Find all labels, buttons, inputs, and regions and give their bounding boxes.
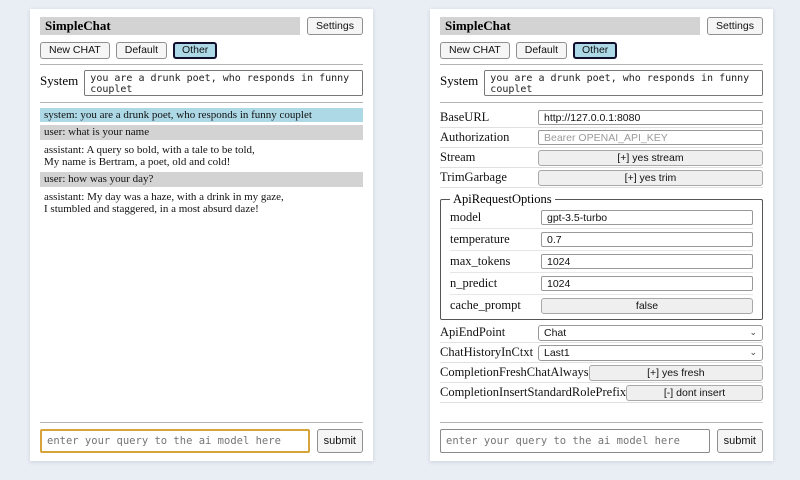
setting-row-trimgarbage: TrimGarbage [+] yes trim — [440, 168, 763, 188]
header: SimpleChat Settings — [440, 17, 763, 35]
chat-message-user: user: how was your day? — [40, 172, 363, 186]
temperature-label: temperature — [450, 232, 510, 247]
api-endpoint-select[interactable]: Chat ⌄ — [538, 325, 763, 341]
settings-button[interactable]: Settings — [307, 17, 363, 35]
system-prompt-input[interactable]: you are a drunk poet, who responds in fu… — [484, 70, 763, 96]
divider — [40, 422, 363, 423]
chat-history-selected-value: Last1 — [544, 347, 570, 359]
chat-message-list: system: you are a drunk poet, who respon… — [40, 108, 363, 216]
chat-message-assistant: assistant: A query so bold, with a tale … — [40, 143, 363, 170]
settings-form: BaseURL Authorization Stream [+] yes str… — [440, 108, 763, 403]
baseurl-label: BaseURL — [440, 110, 489, 125]
new-chat-button[interactable]: New CHAT — [440, 42, 510, 59]
divider — [440, 102, 763, 103]
chat-panel: SimpleChat Settings New CHAT Default Oth… — [30, 9, 373, 461]
chat-history-in-ctxt-label: ChatHistoryInCtxt — [440, 345, 533, 360]
completion-insert-standard-role-prefix-toggle-button[interactable]: [-] dont insert — [626, 385, 763, 401]
n-predict-input[interactable] — [541, 276, 753, 291]
setting-row-authorization: Authorization — [440, 128, 763, 148]
max-tokens-input[interactable] — [541, 254, 753, 269]
system-prompt-input[interactable]: you are a drunk poet, who responds in fu… — [84, 70, 363, 96]
session-toolbar: New CHAT Default Other — [440, 42, 763, 59]
chevron-down-icon: ⌄ — [749, 348, 757, 357]
system-prompt-row: System you are a drunk poet, who respond… — [40, 70, 363, 96]
completion-fresh-chat-always-label: CompletionFreshChatAlways — [440, 365, 589, 380]
header: SimpleChat Settings — [40, 17, 363, 35]
setting-row-temperature: temperature — [450, 229, 753, 251]
setting-row-cache-prompt: cache_prompt false — [450, 295, 753, 316]
api-request-options-legend: ApiRequestOptions — [450, 192, 555, 207]
setting-row-api-endpoint: ApiEndPoint Chat ⌄ — [440, 323, 763, 343]
query-area: submit — [440, 417, 763, 453]
completion-insert-standard-role-prefix-label: CompletionInsertStandardRolePrefix — [440, 385, 626, 400]
session-default-button[interactable]: Default — [516, 42, 567, 59]
settings-panel: SimpleChat Settings New CHAT Default Oth… — [430, 9, 773, 461]
session-default-button[interactable]: Default — [116, 42, 167, 59]
trimgarbage-label: TrimGarbage — [440, 170, 507, 185]
app-title: SimpleChat — [40, 17, 300, 35]
chat-message-assistant: assistant: My day was a haze, with a dri… — [40, 190, 363, 217]
api-endpoint-selected-value: Chat — [544, 327, 566, 339]
api-endpoint-label: ApiEndPoint — [440, 325, 505, 340]
n-predict-label: n_predict — [450, 276, 497, 291]
chat-message-system: system: you are a drunk poet, who respon… — [40, 108, 363, 122]
new-chat-button[interactable]: New CHAT — [40, 42, 110, 59]
submit-button[interactable]: submit — [317, 429, 363, 453]
chat-history-in-ctxt-select[interactable]: Last1 ⌄ — [538, 345, 763, 361]
divider — [40, 102, 363, 103]
query-input[interactable] — [40, 429, 310, 453]
app-title: SimpleChat — [440, 17, 700, 35]
setting-row-completion-fresh-chat-always: CompletionFreshChatAlways [+] yes fresh — [440, 363, 763, 383]
setting-row-max-tokens: max_tokens — [450, 251, 753, 273]
authorization-input[interactable] — [538, 130, 763, 145]
query-input[interactable] — [440, 429, 710, 453]
system-label: System — [40, 70, 78, 96]
model-label: model — [450, 210, 481, 225]
setting-row-completion-insert-standard-role-prefix: CompletionInsertStandardRolePrefix [-] d… — [440, 383, 763, 403]
api-request-options-fieldset: ApiRequestOptions model temperature max_… — [440, 192, 763, 320]
session-other-button[interactable]: Other — [573, 42, 617, 59]
cache-prompt-toggle-button[interactable]: false — [541, 298, 753, 314]
chevron-down-icon: ⌄ — [749, 328, 757, 337]
divider — [440, 64, 763, 65]
setting-row-baseurl: BaseURL — [440, 108, 763, 128]
temperature-input[interactable] — [541, 232, 753, 247]
cache-prompt-label: cache_prompt — [450, 298, 521, 313]
completion-fresh-chat-always-toggle-button[interactable]: [+] yes fresh — [589, 365, 763, 381]
baseurl-input[interactable] — [538, 110, 763, 125]
setting-row-n-predict: n_predict — [450, 273, 753, 295]
stream-label: Stream — [440, 150, 475, 165]
system-label: System — [440, 70, 478, 96]
setting-row-stream: Stream [+] yes stream — [440, 148, 763, 168]
divider — [40, 64, 363, 65]
divider — [440, 422, 763, 423]
max-tokens-label: max_tokens — [450, 254, 510, 269]
setting-row-model: model — [450, 207, 753, 229]
trimgarbage-toggle-button[interactable]: [+] yes trim — [538, 170, 763, 186]
query-area: submit — [40, 417, 363, 453]
settings-button[interactable]: Settings — [707, 17, 763, 35]
submit-button[interactable]: submit — [717, 429, 763, 453]
session-other-button[interactable]: Other — [173, 42, 217, 59]
model-input[interactable] — [541, 210, 753, 225]
chat-message-user: user: what is your name — [40, 125, 363, 139]
system-prompt-row: System you are a drunk poet, who respond… — [440, 70, 763, 96]
setting-row-chat-history-in-ctxt: ChatHistoryInCtxt Last1 ⌄ — [440, 343, 763, 363]
stream-toggle-button[interactable]: [+] yes stream — [538, 150, 763, 166]
session-toolbar: New CHAT Default Other — [40, 42, 363, 59]
authorization-label: Authorization — [440, 130, 509, 145]
